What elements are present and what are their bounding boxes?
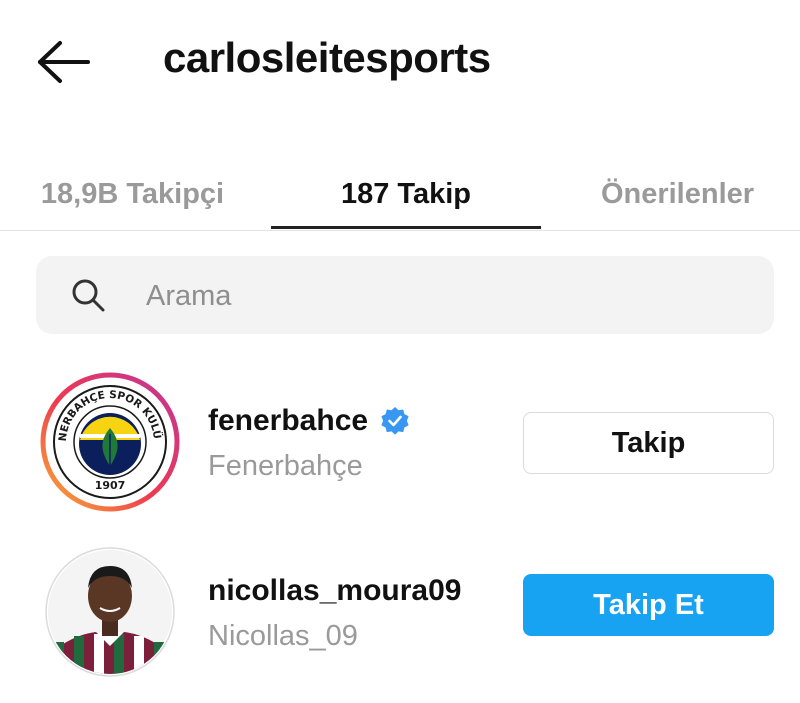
verified-badge-icon	[381, 407, 409, 435]
avatar-fenerbahce[interactable]: FENERBAHÇE SPOR KULÜBÜ 1907	[40, 372, 180, 512]
search-icon	[72, 279, 105, 312]
following-button[interactable]: Takip	[523, 412, 774, 474]
username-text: fenerbahce	[208, 404, 369, 437]
arrow-left-icon	[38, 41, 90, 83]
back-button[interactable]	[36, 40, 90, 84]
avatar-nicollas[interactable]	[40, 542, 180, 682]
tab-suggested[interactable]: Önerilenler	[580, 160, 775, 228]
tab-following[interactable]: 187 Takip	[271, 160, 541, 228]
list-item: FENERBAHÇE SPOR KULÜBÜ 1907 fenerbahce F…	[0, 368, 800, 518]
follow-button[interactable]: Takip Et	[523, 574, 774, 636]
active-tab-indicator	[271, 226, 541, 229]
header: carlosleitesports	[0, 0, 800, 120]
full-name: Fenerbahçe	[208, 450, 363, 482]
username[interactable]: nicollas_moura09	[208, 574, 461, 608]
tab-bar: 18,9B Takipçi 187 Takip Önerilenler	[0, 150, 800, 231]
tab-followers[interactable]: 18,9B Takipçi	[20, 160, 245, 228]
crest-year: 1907	[95, 479, 126, 492]
list-item: nicollas_moura09 Nicollas_09 Takip Et	[0, 538, 800, 688]
username[interactable]: fenerbahce	[208, 404, 410, 438]
page-title: carlosleitesports	[163, 34, 491, 81]
search-input[interactable]	[144, 256, 748, 336]
username-text: nicollas_moura09	[208, 574, 462, 607]
full-name: Nicollas_09	[208, 620, 358, 652]
search-bar[interactable]	[36, 256, 774, 336]
